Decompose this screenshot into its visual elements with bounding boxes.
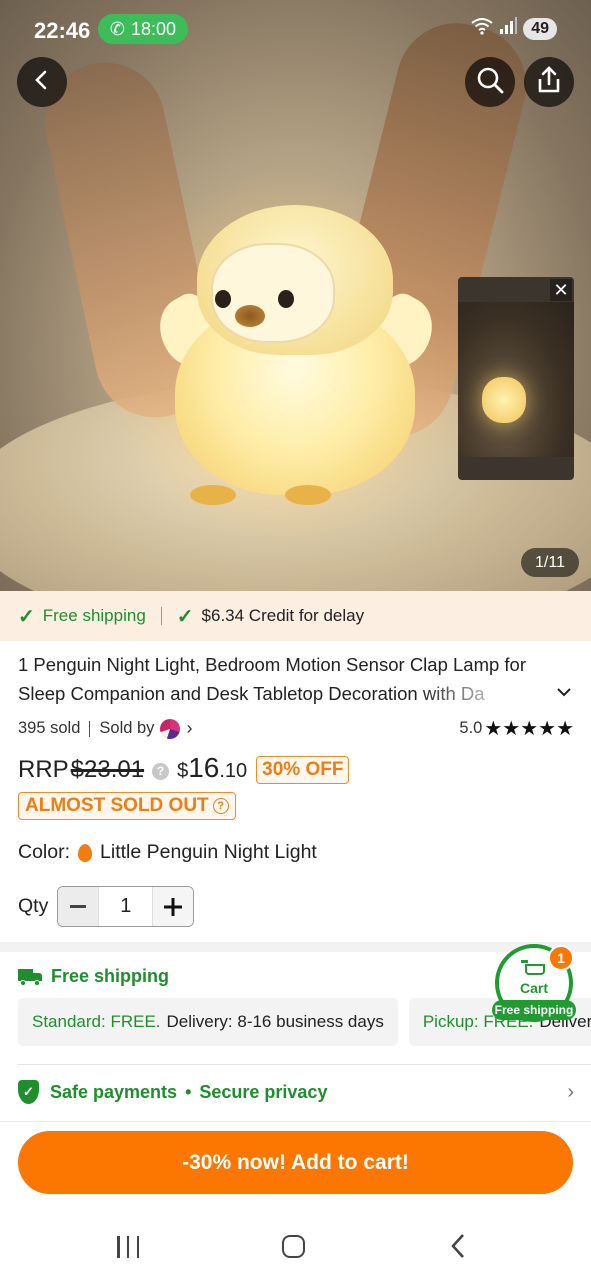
truck-icon [18, 968, 42, 986]
quantity-row: Qty 1 [18, 886, 195, 927]
cart-label: Cart [519, 980, 548, 996]
standard-label: Standard: FREE. [32, 1012, 161, 1031]
cart-free-shipping-tag: Free shipping [492, 1000, 576, 1020]
shipping-heading[interactable]: Free shipping [18, 966, 169, 987]
credit-for-delay-label: $6.34 Credit for delay [201, 606, 365, 625]
cart-icon [521, 960, 547, 980]
recents-bar [126, 1236, 130, 1258]
color-value: Little Penguin Night Light [100, 841, 317, 863]
cart-count-badge: 1 [548, 945, 574, 971]
system-navigation-bar [0, 1212, 591, 1280]
sold-by-label[interactable]: Sold by [99, 719, 154, 738]
truck-box [18, 968, 33, 981]
penguin-eye-left [215, 290, 231, 308]
product-meta: 395 sold Sold by › 5.0 ★★★★★ [18, 716, 574, 741]
penguin-lamp [147, 205, 445, 505]
shield-check-icon: ✓ [18, 1080, 39, 1104]
rating[interactable]: 5.0 ★★★★★ [459, 716, 574, 741]
cart-handle [521, 960, 528, 963]
stock-status-label: ALMOST SOLD OUT [25, 795, 209, 816]
sale-currency: $ [177, 760, 189, 782]
stock-status-badge[interactable]: ALMOST SOLD OUT ? [18, 792, 236, 820]
secure-privacy-label: Secure privacy [199, 1081, 328, 1102]
search-icon [476, 66, 504, 99]
status-bar: 22:46 ✆ 18:00 49 [0, 14, 591, 48]
close-icon[interactable]: ✕ [550, 279, 572, 301]
back-icon[interactable] [448, 1232, 468, 1268]
question-icon: ? [212, 798, 229, 814]
truck-wheel [34, 979, 40, 986]
penguin-foot-left [190, 485, 236, 505]
divider [18, 1064, 591, 1065]
safe-payments-row[interactable]: ✓ Safe payments • Secure privacy › [18, 1078, 574, 1106]
info-icon[interactable]: ? [152, 762, 170, 780]
call-timer: 18:00 [131, 18, 177, 39]
chevron-left-icon [31, 69, 53, 96]
wifi-icon [471, 17, 493, 40]
penguin-eye-right [278, 290, 294, 308]
cart-basket [525, 964, 545, 975]
check-icon: ✓ [18, 605, 35, 628]
recents-bar [117, 1236, 120, 1258]
sold-count: 395 sold [18, 719, 81, 737]
back-button[interactable] [17, 57, 67, 107]
check-icon: ✓ [176, 605, 194, 628]
chevron-right-icon[interactable]: › [186, 718, 192, 739]
chevron-right-icon: › [567, 1080, 574, 1103]
rating-value: 5.0 [459, 719, 483, 737]
video-preview[interactable]: ✕ [458, 277, 574, 480]
penguin-foot-right [285, 485, 331, 505]
increase-button[interactable] [153, 887, 194, 926]
divider [160, 607, 162, 625]
price-row: RRP $23.01 ? $ 16 .10 30% OFF [18, 752, 350, 788]
search-button[interactable] [465, 57, 515, 107]
chevron-down-icon[interactable] [556, 682, 572, 703]
quantity-stepper[interactable]: 1 [57, 886, 195, 927]
video-penguin [482, 377, 526, 423]
color-selector[interactable]: Color: Little Penguin Night Light [18, 841, 317, 864]
discount-badge: 30% OFF [256, 756, 350, 784]
flame-icon [78, 843, 93, 862]
shipping-heading-label: Free shipping [51, 966, 170, 986]
star-icons: ★★★★★ [484, 718, 574, 740]
sale-price-cents: .10 [219, 760, 248, 782]
add-to-cart-button[interactable]: -30% now! Add to cart! [18, 1131, 573, 1194]
share-icon [536, 65, 562, 99]
standard-delivery: Delivery: 8-16 business days [166, 1012, 384, 1031]
system-icons: 49 [471, 17, 557, 40]
ongoing-call-pill[interactable]: ✆ 18:00 [98, 14, 188, 44]
standard-shipping-card[interactable]: Standard: FREE. Delivery: 8-16 business … [18, 998, 398, 1046]
image-counter: 1/11 [521, 548, 579, 577]
signal-icon [499, 17, 518, 40]
rrp-label: RRP [18, 756, 69, 783]
phone-icon: ✆ [109, 18, 126, 39]
rrp-price: $23.01 [70, 756, 145, 783]
home-icon[interactable] [282, 1235, 305, 1258]
decrease-button[interactable] [58, 887, 99, 926]
divider [0, 1121, 591, 1122]
benefits-strip[interactable]: ✓ Free shipping ✓ $6.34 Credit for delay [0, 591, 591, 641]
battery-indicator: 49 [523, 17, 557, 40]
color-label: Color: [18, 841, 71, 863]
penguin-beak [235, 305, 265, 327]
sale-price-main: 16 [188, 752, 220, 783]
free-shipping-label: Free shipping [42, 606, 146, 625]
clock: 22:46 [34, 18, 91, 43]
recents-bar [136, 1236, 139, 1258]
separator-dot: • [185, 1081, 192, 1102]
recents-icon[interactable] [117, 1236, 139, 1258]
section-divider [0, 942, 591, 952]
divider [89, 720, 91, 737]
store-logo[interactable] [160, 718, 181, 739]
quantity-value[interactable]: 1 [98, 887, 154, 926]
title-fade [420, 680, 540, 708]
qty-label: Qty [18, 895, 49, 917]
truck-wheel [20, 979, 26, 986]
safe-payments-label: Safe payments [50, 1081, 178, 1102]
share-button[interactable] [524, 57, 574, 107]
